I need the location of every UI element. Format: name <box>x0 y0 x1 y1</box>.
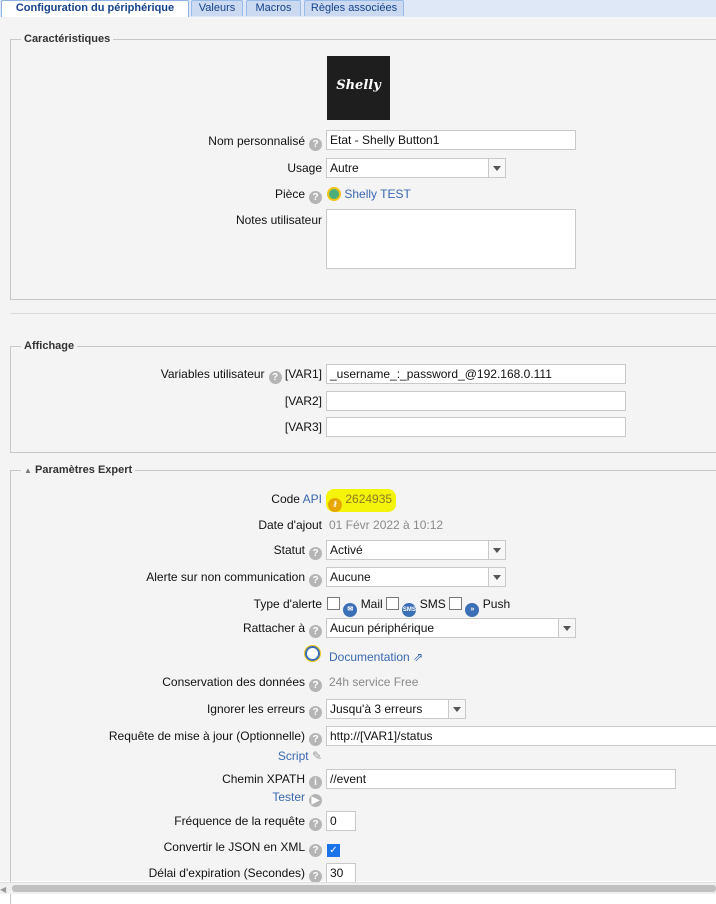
var3-input[interactable] <box>326 417 626 437</box>
requete-input[interactable]: http://[VAR1]/status <box>326 726 716 746</box>
xpath-label: Chemin XPATH <box>222 772 305 786</box>
nom-row: Nom personnalisé? <box>0 131 322 151</box>
nom-label: Nom personnalisé <box>208 134 305 148</box>
piece-link[interactable]: Shelly TEST <box>327 184 411 204</box>
statut-label: Statut <box>273 543 305 557</box>
tab-bar: Configuration du périphérique Valeurs Ma… <box>0 0 716 18</box>
chevron-down-icon[interactable] <box>488 541 505 559</box>
api-link[interactable]: API <box>303 492 322 506</box>
help-icon[interactable]: ? <box>268 371 282 384</box>
mail-label: Mail <box>360 597 383 611</box>
json-checkbox[interactable]: ✓ <box>327 844 340 857</box>
type-alerte-options: ✉ Mail SMS SMS » Push <box>327 594 510 617</box>
help-icon[interactable]: ? <box>309 547 322 560</box>
push-label: Push <box>482 597 511 611</box>
delai-label: Délai d'expiration (Secondes) <box>148 866 305 880</box>
sms-icon: SMS <box>402 603 417 617</box>
horizontal-scrollbar[interactable]: ◀ <box>0 882 716 894</box>
alerte-label: Alerte sur non communication <box>146 570 305 584</box>
play-icon[interactable]: ▶ <box>309 794 322 807</box>
json-label: Convertir le JSON en XML <box>163 840 305 854</box>
alerte-select[interactable]: Aucune <box>326 567 506 587</box>
nom-input[interactable]: Etat - Shelly Button1 <box>326 130 576 150</box>
rattacher-label: Rattacher à <box>242 621 305 635</box>
help-icon[interactable]: ? <box>309 574 322 587</box>
chevron-down-icon[interactable] <box>488 159 505 177</box>
mail-checkbox[interactable] <box>327 597 340 610</box>
rattacher-select[interactable]: Aucun périphérique <box>326 618 576 638</box>
pencil-icon[interactable]: ✎ <box>312 749 322 763</box>
room-icon <box>327 187 341 201</box>
help-icon[interactable]: ? <box>309 818 322 831</box>
device-logo: Shelly <box>327 56 390 120</box>
chevron-down-icon[interactable] <box>488 568 505 586</box>
collapse-arrow-icon[interactable]: ▲ <box>24 466 32 475</box>
section-title: Caractéristiques <box>24 33 111 45</box>
chevron-down-icon[interactable] <box>448 700 465 718</box>
notes-label: Notes utilisateur <box>235 213 322 227</box>
documentation-link[interactable]: Documentation ⇗ <box>329 647 423 667</box>
statut-select[interactable]: Activé <box>326 540 506 560</box>
help-icon[interactable]: ? <box>309 191 322 204</box>
external-link-icon: ⇗ <box>413 650 424 664</box>
help-icon[interactable]: ? <box>309 844 322 857</box>
divider <box>10 313 716 314</box>
var1-input[interactable]: _username_:_password_@192.168.0.111 <box>326 364 626 384</box>
section-title[interactable]: ▲ Paramètres Expert <box>21 464 135 476</box>
variables-label: Variables utilisateur <box>160 367 265 381</box>
sms-label: SMS <box>419 597 446 611</box>
conservation-value: 24h service Free <box>329 675 419 689</box>
logo-text: Shelly <box>336 78 381 93</box>
tab-configuration[interactable]: Configuration du périphérique <box>1 0 189 18</box>
frequence-label: Fréquence de la requête <box>174 814 305 828</box>
type-alerte-label: Type d'alerte <box>253 597 322 611</box>
form-panel: Caractéristiques Shelly Nom personnalisé… <box>0 17 716 904</box>
documentation-row[interactable] <box>305 644 320 664</box>
tab-macros[interactable]: Macros <box>246 0 301 16</box>
sms-checkbox[interactable] <box>386 597 400 610</box>
chevron-down-icon[interactable] <box>558 619 575 637</box>
ignorer-select[interactable]: Jusqu'à 3 erreurs <box>326 699 466 719</box>
key-icon: ⚷ <box>328 498 342 512</box>
frequence-input[interactable]: 0 <box>326 811 356 831</box>
usage-label: Usage <box>287 161 322 175</box>
section-title: Affichage <box>24 340 75 352</box>
push-checkbox[interactable] <box>449 597 463 610</box>
code-label: Code <box>271 492 300 506</box>
tester-link[interactable]: Tester <box>272 790 305 804</box>
date-value: 01 Févr 2022 à 10:12 <box>329 518 444 532</box>
tab-valeurs[interactable]: Valeurs <box>191 0 243 16</box>
documentation-icon <box>305 646 320 661</box>
piece-value: Shelly TEST <box>344 187 411 201</box>
push-icon: » <box>465 603 480 617</box>
delai-input[interactable]: 30 <box>326 863 356 883</box>
piece-label: Pièce <box>274 187 305 201</box>
var2-input[interactable] <box>326 391 626 411</box>
usage-select[interactable]: Autre <box>326 158 506 178</box>
help-icon[interactable]: ? <box>309 625 322 638</box>
help-icon[interactable]: ? <box>309 706 322 719</box>
date-label: Date d'ajout <box>258 518 322 532</box>
xpath-input[interactable]: //event <box>326 769 676 789</box>
help-icon[interactable]: ? <box>309 679 322 692</box>
notes-textarea[interactable] <box>326 209 576 269</box>
script-link[interactable]: Script <box>278 749 309 763</box>
mail-icon: ✉ <box>343 603 358 617</box>
scrollbar-thumb[interactable] <box>12 885 716 892</box>
ignorer-label: Ignorer les erreurs <box>206 702 305 716</box>
code-value: ⚷ 2624935 <box>326 489 397 512</box>
tab-regles-associees[interactable]: Règles associées <box>304 0 404 16</box>
conservation-label: Conservation des données <box>162 675 305 689</box>
help-icon[interactable]: ? <box>309 138 322 151</box>
usage-value: Autre <box>330 161 359 175</box>
var1-tag: [VAR1] <box>284 367 322 381</box>
requete-label: Requête de mise à jour (Optionnelle) <box>108 729 305 743</box>
help-icon[interactable]: ? <box>309 733 322 746</box>
var3-tag: [VAR3] <box>284 420 322 434</box>
var2-tag: [VAR2] <box>284 394 322 408</box>
